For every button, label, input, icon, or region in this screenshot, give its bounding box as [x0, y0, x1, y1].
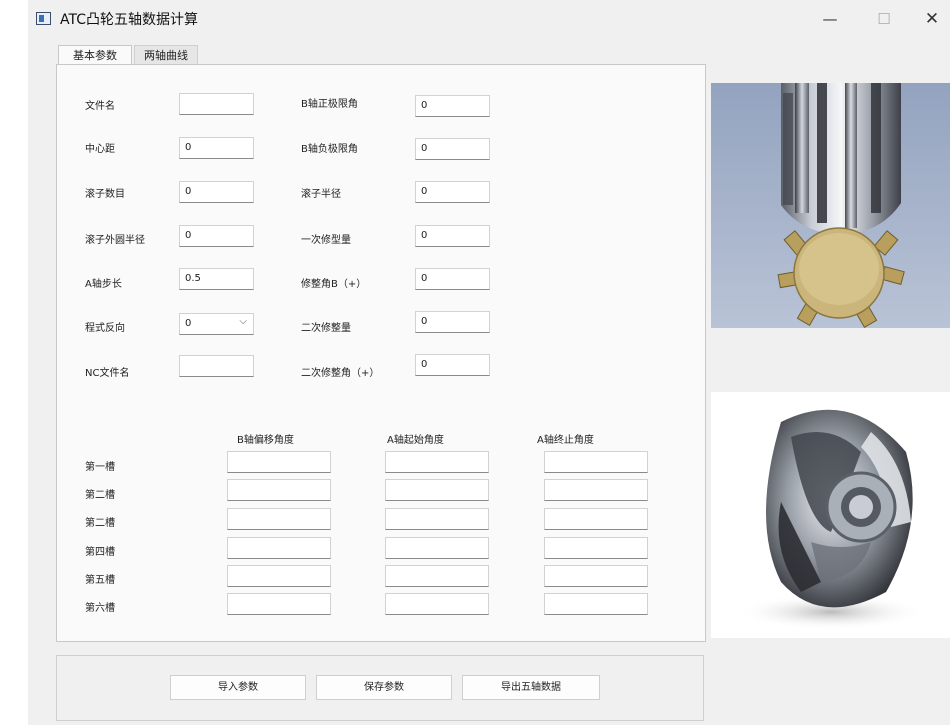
slot-4-a-start-input[interactable]	[385, 537, 489, 559]
param-label-nc-file-name: NC文件名	[85, 368, 130, 379]
param-label-roller-radius: 滚子半径	[301, 189, 341, 200]
slot-3-a-end-input[interactable]	[544, 508, 648, 530]
slot-label-4: 第四槽	[85, 547, 115, 558]
trim-angle-b-input[interactable]: 0	[415, 268, 490, 290]
center-distance-input[interactable]: 0	[179, 137, 254, 159]
import-params-button[interactable]: 导入参数	[170, 675, 306, 700]
cam-assembly-image	[711, 83, 950, 328]
slot-1-b-offset-input[interactable]	[227, 451, 331, 473]
slot-6-b-offset-input[interactable]	[227, 593, 331, 615]
export-five-axis-button[interactable]: 导出五轴数据	[462, 675, 600, 700]
slot-2-b-offset-input[interactable]	[227, 479, 331, 501]
slot-label-6: 第六槽	[85, 603, 115, 614]
roller-radius-input[interactable]: 0	[415, 181, 490, 203]
slot-2-a-end-input[interactable]	[544, 479, 648, 501]
param-label-a-axis-step: A轴步长	[85, 279, 122, 290]
second-trim-amount-input[interactable]: 0	[415, 311, 490, 333]
second-trim-angle-input[interactable]: 0	[415, 354, 490, 376]
slot-1-a-start-input[interactable]	[385, 451, 489, 473]
param-label-center-distance: 中心距	[85, 144, 115, 155]
slot-label-5: 第五槽	[85, 575, 115, 586]
cam-part-drawing	[736, 409, 926, 630]
slot-6-a-start-input[interactable]	[385, 593, 489, 615]
tab-two-axis-curve[interactable]: 两轴曲线	[134, 45, 198, 65]
slot-label-1: 第一槽	[85, 462, 115, 473]
slot-3-a-start-input[interactable]	[385, 508, 489, 530]
nc-file-name-input[interactable]	[179, 355, 254, 377]
slot-label-2: 第二槽	[85, 490, 115, 501]
slot-6-a-end-input[interactable]	[544, 593, 648, 615]
roller-outer-radius-input[interactable]: 0	[179, 225, 254, 247]
param-label-trim-angle-b: 修整角B（+）	[301, 279, 367, 290]
file-name-input[interactable]	[179, 93, 254, 115]
slot-4-a-end-input[interactable]	[544, 537, 648, 559]
maximize-button[interactable]: ☐	[864, 6, 904, 32]
slot-2-a-start-input[interactable]	[385, 479, 489, 501]
slot-5-a-end-input[interactable]	[544, 565, 648, 587]
param-label-b-axis-neg-limit: B轴负极限角	[301, 144, 358, 155]
program-reverse-value: 0	[185, 318, 192, 329]
a-axis-step-input[interactable]: 0.5	[179, 268, 254, 290]
minimize-button[interactable]: —	[810, 6, 850, 32]
col-header-a-start: A轴起始角度	[387, 435, 444, 446]
slot-4-b-offset-input[interactable]	[227, 537, 331, 559]
col-header-a-end: A轴终止角度	[537, 435, 594, 446]
close-button[interactable]: ✕	[912, 6, 950, 32]
param-label-program-reverse: 程式反向	[85, 323, 125, 334]
app-window: ATC凸轮五轴数据计算 — ☐ ✕ 基本参数 两轴曲线 文件名 中心距 0 滚子…	[28, 0, 950, 725]
chevron-down-icon: ⌵	[239, 316, 247, 327]
basic-params-panel: 文件名 中心距 0 滚子数目 0 滚子外圆半径 0 A轴步长 0.5 程式反向 …	[56, 64, 706, 642]
cam-roller-drawing	[777, 83, 905, 328]
roller-count-input[interactable]: 0	[179, 181, 254, 203]
param-label-second-trim-amount: 二次修整量	[301, 323, 351, 334]
slot-5-a-start-input[interactable]	[385, 565, 489, 587]
param-label-first-modification: 一次修型量	[301, 235, 351, 246]
param-label-b-axis-pos-limit: B轴正极限角	[301, 99, 358, 110]
app-icon	[36, 12, 51, 25]
param-label-second-trim-angle: 二次修整角（+）	[301, 368, 380, 379]
param-label-roller-count: 滚子数目	[85, 189, 125, 200]
first-modification-input[interactable]: 0	[415, 225, 490, 247]
slot-1-a-end-input[interactable]	[544, 451, 648, 473]
window-title: ATC凸轮五轴数据计算	[60, 12, 198, 28]
b-axis-pos-limit-input[interactable]: 0	[415, 95, 490, 117]
slot-label-3: 第二槽	[85, 518, 115, 529]
slot-5-b-offset-input[interactable]	[227, 565, 331, 587]
slot-3-b-offset-input[interactable]	[227, 508, 331, 530]
program-reverse-select[interactable]: 0 ⌵	[179, 313, 254, 335]
tab-basic-params[interactable]: 基本参数	[58, 45, 132, 65]
col-header-b-offset: B轴偏移角度	[237, 435, 294, 446]
cam-part-photo	[711, 392, 950, 638]
save-params-button[interactable]: 保存参数	[316, 675, 452, 700]
param-label-roller-outer-radius: 滚子外圆半径	[85, 235, 145, 246]
b-axis-neg-limit-input[interactable]: 0	[415, 138, 490, 160]
param-label-file-name: 文件名	[85, 101, 115, 112]
title-bar: ATC凸轮五轴数据计算 — ☐ ✕	[28, 0, 950, 38]
